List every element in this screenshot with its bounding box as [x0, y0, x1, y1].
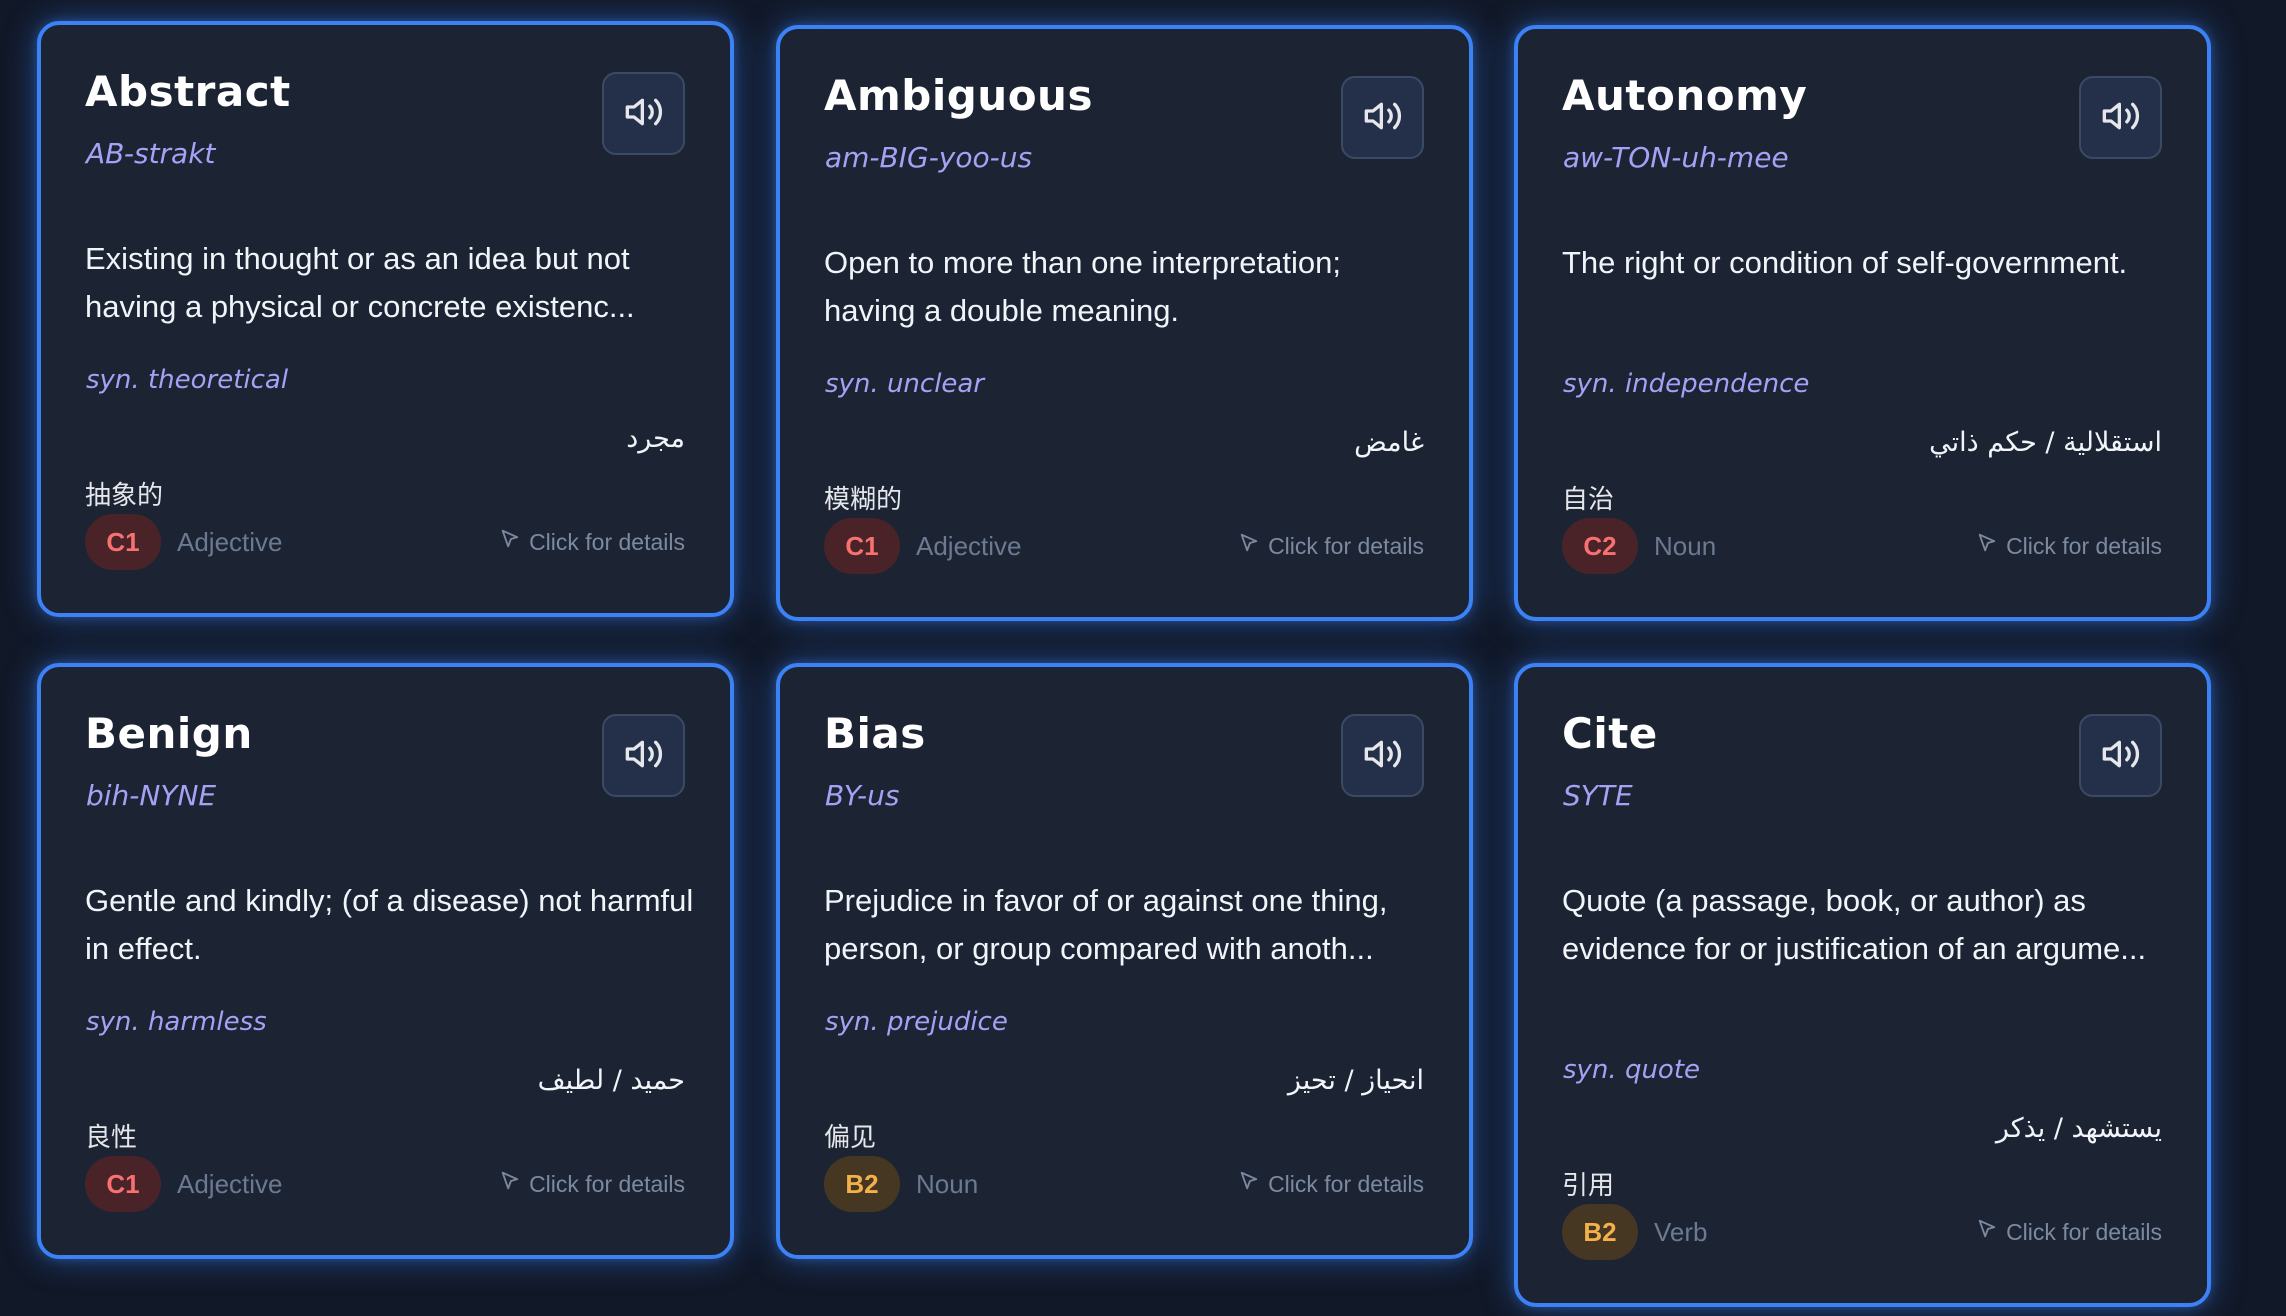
part-of-speech: Adjective: [177, 526, 283, 557]
details-label: Click for details: [2006, 532, 2162, 559]
arabic-translation: انحياز / تحيز: [1287, 1065, 1424, 1096]
details-link[interactable]: Click for details: [1976, 1218, 2162, 1246]
word-title: Bias: [824, 709, 926, 758]
play-audio-button[interactable]: [1341, 76, 1424, 159]
level-badge: C1: [85, 1156, 161, 1212]
card-footer: B2 Verb Click for details: [1562, 1204, 2162, 1260]
pronunciation: SYTE: [1563, 779, 1633, 812]
word-title: Abstract: [85, 67, 291, 116]
pronunciation: bih-NYNE: [86, 779, 217, 812]
level-badge: B2: [1562, 1204, 1638, 1260]
play-audio-button[interactable]: [1341, 714, 1424, 797]
level-badge: C1: [824, 518, 900, 574]
level-badge: C2: [1562, 518, 1638, 574]
word-card-grid: Abstract AB-strakt Existing in thought o…: [0, 0, 2286, 1316]
card-footer: C1 Adjective Click for details: [85, 514, 685, 570]
play-audio-button[interactable]: [2079, 714, 2162, 797]
arabic-translation: استقلالية / حكم ذاتي: [1929, 427, 2162, 458]
chinese-translation: 引用: [1562, 1171, 1615, 1201]
pronunciation: AB-strakt: [86, 137, 216, 170]
card-footer: C1 Adjective Click for details: [824, 518, 1424, 574]
word-card[interactable]: Cite SYTE Quote (a passage, book, or aut…: [1514, 663, 2211, 1307]
synonym: syn. prejudice: [825, 1007, 1008, 1037]
arabic-translation: يستشهد / يذكر: [1995, 1113, 2162, 1144]
pointer-icon: [1238, 1170, 1268, 1198]
word-title: Ambiguous: [824, 71, 1093, 120]
details-link[interactable]: Click for details: [499, 528, 685, 556]
pronunciation: BY-us: [825, 779, 900, 812]
details-label: Click for details: [2006, 1218, 2162, 1245]
word-title: Benign: [85, 709, 253, 758]
play-audio-button[interactable]: [602, 714, 685, 797]
chinese-translation: 自治: [1562, 485, 1615, 515]
speaker-icon: [2101, 96, 2141, 140]
synonym: syn. unclear: [825, 369, 985, 399]
part-of-speech: Noun: [916, 1168, 979, 1199]
speaker-icon: [1363, 96, 1403, 140]
pointer-icon: [1238, 532, 1268, 560]
speaker-icon: [624, 92, 664, 136]
word-card[interactable]: Autonomy aw-TON-uh-mee The right or cond…: [1514, 25, 2211, 621]
level-badge: C1: [85, 514, 161, 570]
pointer-icon: [1976, 1218, 2006, 1246]
word-card[interactable]: Benign bih-NYNE Gentle and kindly; (of a…: [37, 663, 734, 1259]
arabic-translation: حميد / لطيف: [537, 1065, 685, 1096]
definition: Open to more than one interpretation; ha…: [824, 245, 1341, 328]
level-badge: B2: [824, 1156, 900, 1212]
details-label: Click for details: [529, 528, 685, 555]
details-label: Click for details: [529, 1170, 685, 1197]
chinese-translation: 模糊的: [824, 485, 903, 515]
definition: The right or condition of self-governmen…: [1562, 245, 2128, 280]
synonym: syn. harmless: [86, 1007, 267, 1037]
synonym: syn. theoretical: [86, 365, 289, 395]
part-of-speech: Adjective: [916, 530, 1022, 561]
speaker-icon: [624, 734, 664, 778]
details-label: Click for details: [1268, 532, 1424, 559]
word-title: Cite: [1562, 709, 1658, 758]
word-title: Autonomy: [1562, 71, 1808, 120]
speaker-icon: [2101, 734, 2141, 778]
pointer-icon: [499, 528, 529, 556]
word-card[interactable]: Ambiguous am-BIG-yoo-us Open to more tha…: [776, 25, 1473, 621]
part-of-speech: Adjective: [177, 1168, 283, 1199]
details-label: Click for details: [1268, 1170, 1424, 1197]
details-link[interactable]: Click for details: [1976, 532, 2162, 560]
pronunciation: aw-TON-uh-mee: [1563, 141, 1789, 174]
play-audio-button[interactable]: [602, 72, 685, 155]
speaker-icon: [1363, 734, 1403, 778]
arabic-translation: غامض: [1354, 427, 1424, 458]
word-card[interactable]: Bias BY-us Prejudice in favor of or agai…: [776, 663, 1473, 1259]
synonym: syn. quote: [1563, 1055, 1701, 1085]
definition: Prejudice in favor of or against one thi…: [824, 883, 1388, 966]
pointer-icon: [499, 1170, 529, 1198]
details-link[interactable]: Click for details: [1238, 532, 1424, 560]
card-footer: C1 Adjective Click for details: [85, 1156, 685, 1212]
word-card[interactable]: Abstract AB-strakt Existing in thought o…: [37, 21, 734, 617]
synonym: syn. independence: [1563, 369, 1810, 399]
definition: Existing in thought or as an idea but no…: [85, 241, 635, 324]
chinese-translation: 偏见: [824, 1123, 877, 1153]
pointer-icon: [1976, 532, 2006, 560]
play-audio-button[interactable]: [2079, 76, 2162, 159]
card-footer: B2 Noun Click for details: [824, 1156, 1424, 1212]
part-of-speech: Noun: [1654, 530, 1717, 561]
arabic-translation: مجرد: [626, 423, 685, 454]
definition: Gentle and kindly; (of a disease) not ha…: [85, 883, 694, 966]
details-link[interactable]: Click for details: [499, 1170, 685, 1198]
details-link[interactable]: Click for details: [1238, 1170, 1424, 1198]
chinese-translation: 良性: [85, 1123, 138, 1153]
chinese-translation: 抽象的: [85, 481, 164, 511]
part-of-speech: Verb: [1654, 1216, 1708, 1247]
pronunciation: am-BIG-yoo-us: [825, 141, 1033, 174]
definition: Quote (a passage, book, or author) as ev…: [1562, 883, 2147, 966]
card-footer: C2 Noun Click for details: [1562, 518, 2162, 574]
